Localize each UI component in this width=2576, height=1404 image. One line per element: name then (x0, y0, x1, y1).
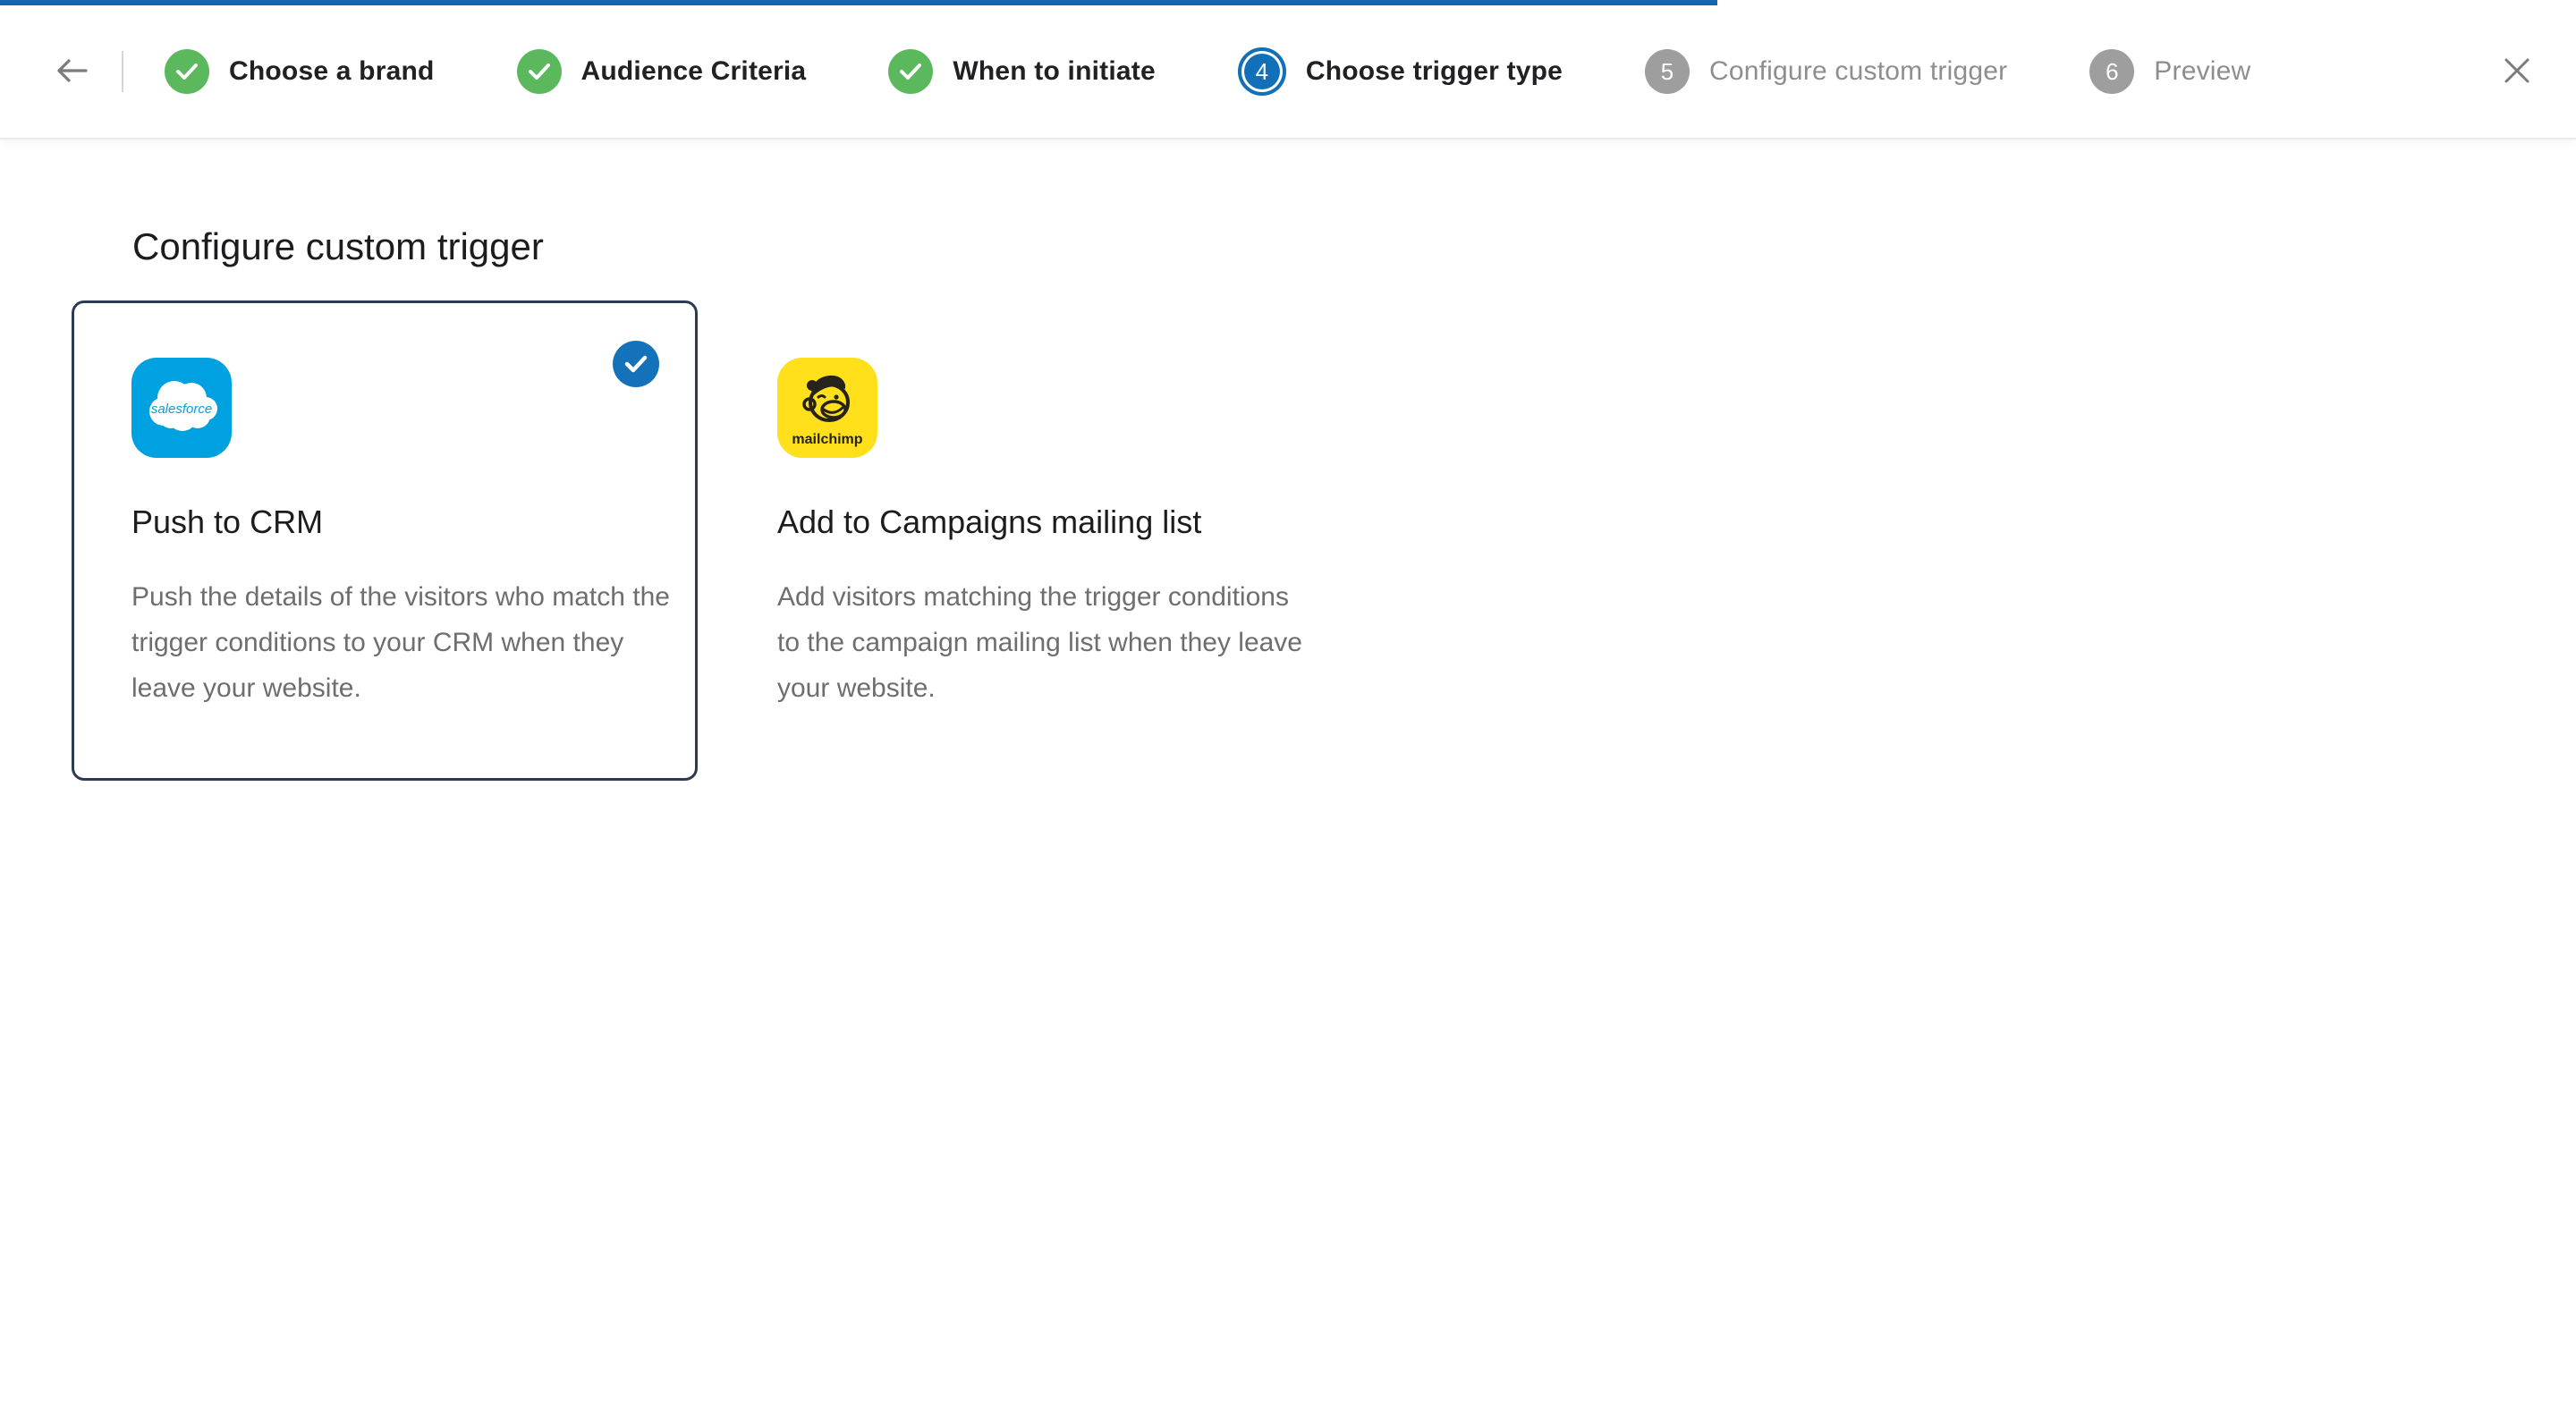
header-divider (122, 51, 123, 92)
close-button[interactable] (2497, 52, 2537, 91)
option-title: Add to Campaigns mailing list (777, 503, 1316, 542)
custom-trigger-wizard: Choose a brand Audience Criteria When to… (0, 0, 2576, 1404)
step-number: 6 (2106, 58, 2118, 86)
step-label: When to initiate (953, 56, 1156, 87)
wizard-progress-fill (0, 0, 1717, 5)
page-title: Configure custom trigger (132, 225, 2576, 268)
selected-check-icon (613, 341, 659, 387)
back-arrow-icon (54, 56, 89, 88)
wizard-steps: Choose a brand Audience Criteria When to… (165, 47, 2250, 96)
close-icon (2502, 55, 2532, 89)
step-number: 4 (1256, 58, 1268, 86)
svg-text:salesforce: salesforce (151, 402, 212, 417)
svg-text:mailchimp: mailchimp (792, 432, 862, 447)
step-choose-trigger-type[interactable]: 4 Choose trigger type (1238, 47, 1563, 96)
option-description: Push the details of the visitors who mat… (131, 574, 670, 711)
back-button[interactable] (52, 55, 91, 88)
step-when-to-initiate[interactable]: When to initiate (888, 49, 1156, 94)
option-card-push-to-crm[interactable]: salesforce Push to CRM Push the details … (72, 300, 698, 781)
option-title: Push to CRM (131, 503, 670, 542)
step-3-completed-check-icon (888, 49, 933, 94)
step-5-circle: 5 (1645, 49, 1690, 94)
step-label: Audience Criteria (581, 56, 807, 87)
trigger-type-options: salesforce Push to CRM Push the details … (72, 300, 2576, 781)
option-card-add-to-campaigns[interactable]: mailchimp Add to Campaigns mailing list … (717, 300, 1343, 781)
mailchimp-icon: mailchimp (777, 358, 877, 458)
step-label: Preview (2154, 56, 2250, 87)
step-audience-criteria[interactable]: Audience Criteria (517, 49, 807, 94)
wizard-progress-track (0, 0, 2576, 5)
step-1-completed-check-icon (165, 49, 209, 94)
step-6-circle: 6 (2089, 49, 2134, 94)
step-label: Choose trigger type (1306, 56, 1563, 87)
wizard-header: Choose a brand Audience Criteria When to… (0, 5, 2576, 140)
step-label: Choose a brand (229, 56, 435, 87)
main-content: Configure custom trigger salesforce (0, 141, 2576, 781)
step-4-active-circle: 4 (1238, 47, 1286, 96)
step-choose-a-brand[interactable]: Choose a brand (165, 49, 435, 94)
step-number: 5 (1661, 58, 1674, 86)
step-configure-custom-trigger[interactable]: 5 Configure custom trigger (1645, 49, 2007, 94)
salesforce-icon: salesforce (131, 358, 232, 458)
step-label: Configure custom trigger (1709, 56, 2007, 87)
step-2-completed-check-icon (517, 49, 562, 94)
option-description: Add visitors matching the trigger condit… (777, 574, 1316, 711)
step-preview[interactable]: 6 Preview (2089, 49, 2250, 94)
